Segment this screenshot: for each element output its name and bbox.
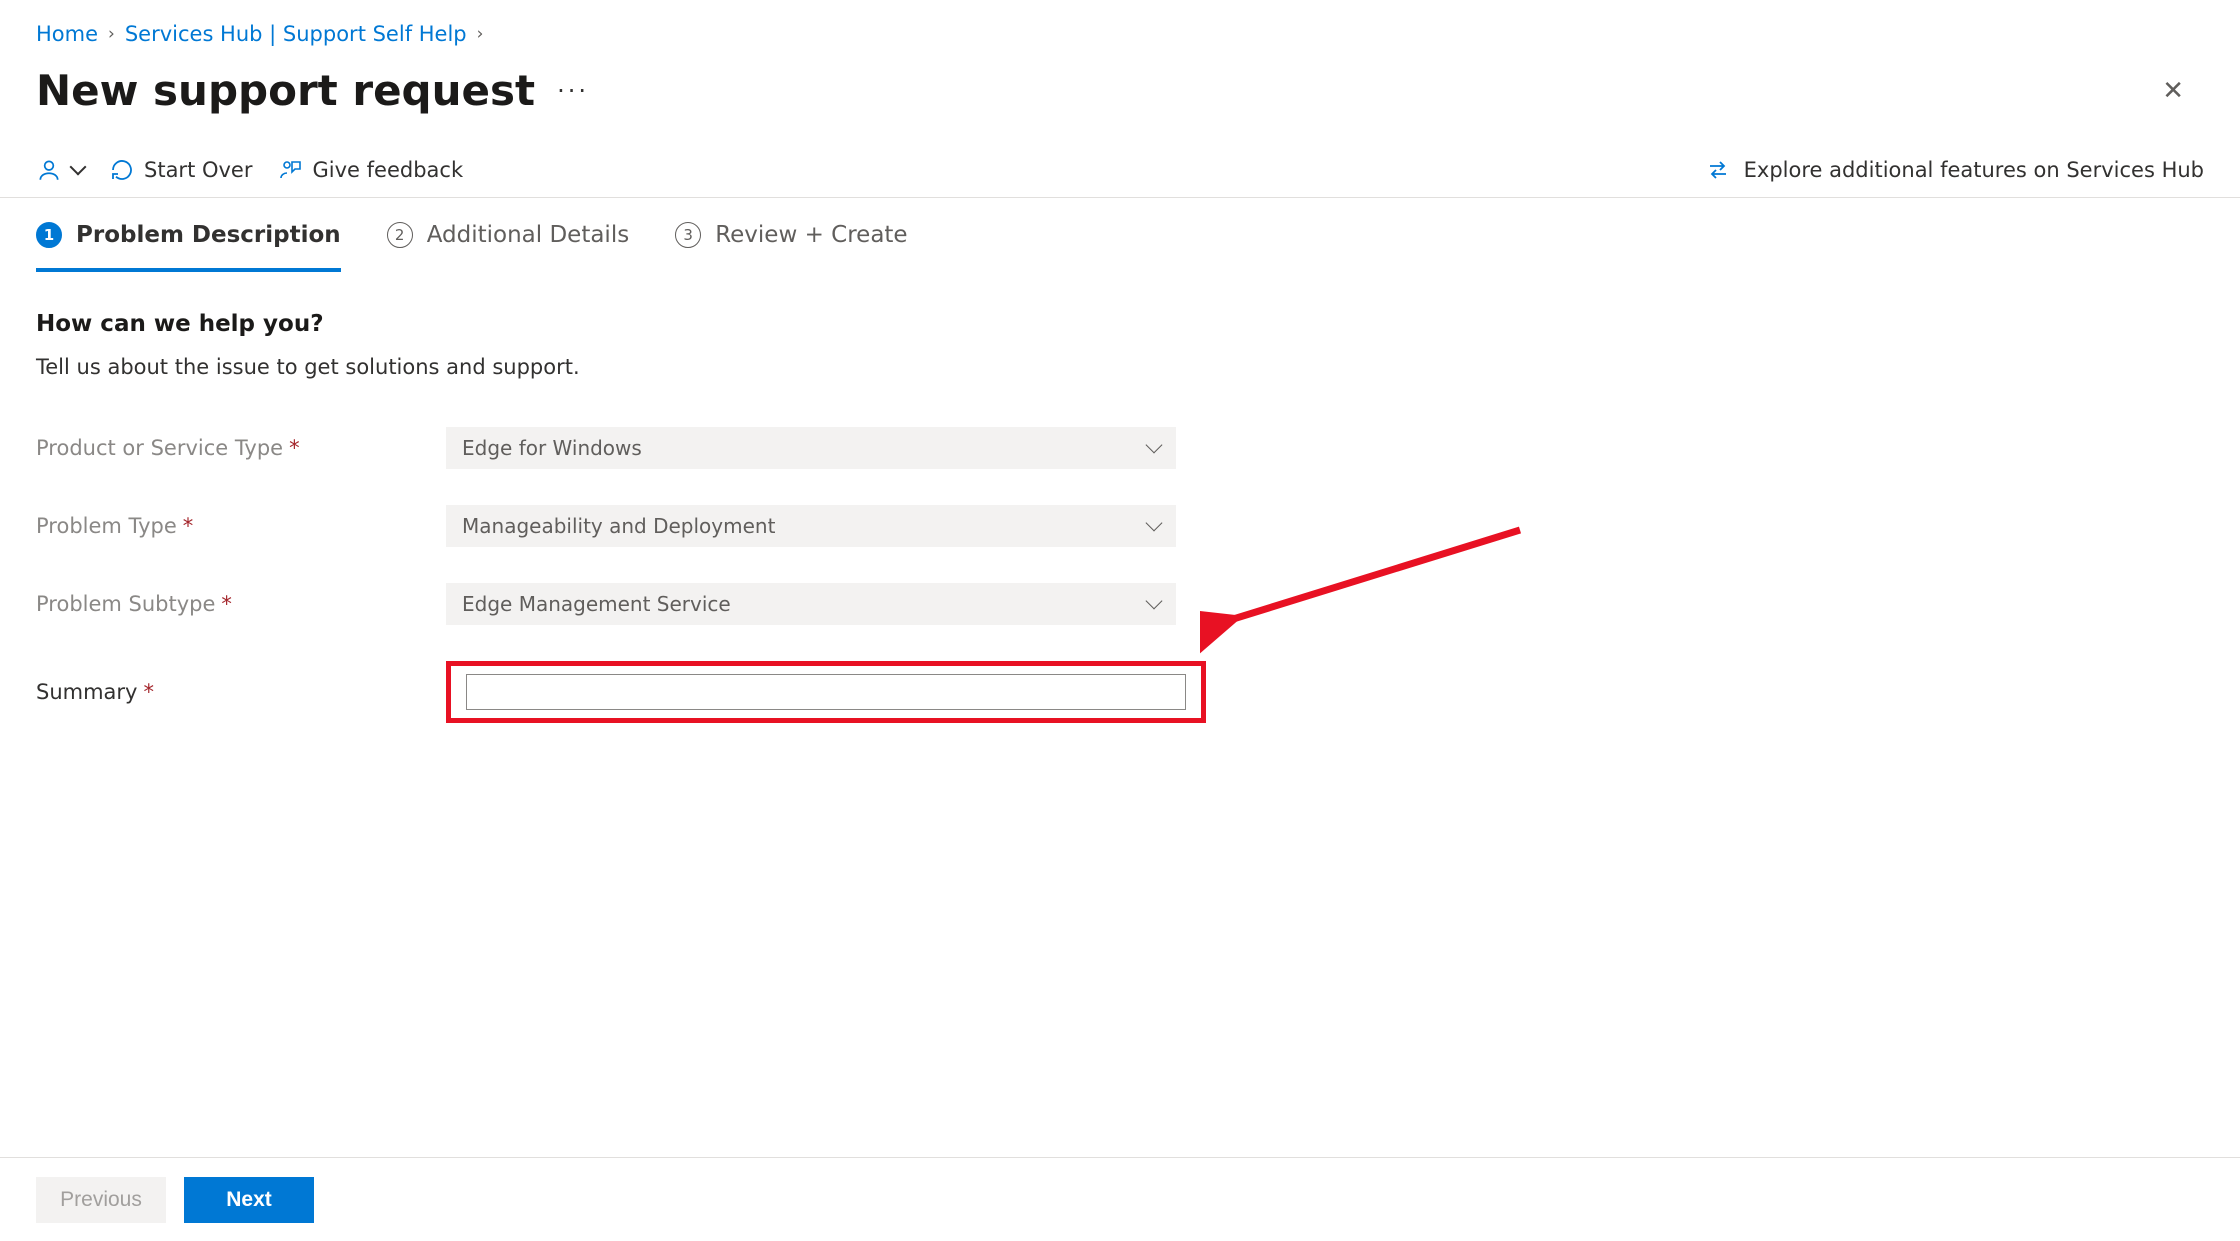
close-button[interactable]: ✕ xyxy=(2142,68,2204,114)
give-feedback-button[interactable]: Give feedback xyxy=(279,158,464,182)
product-type-label: Product or Service Type* xyxy=(36,436,446,460)
step-badge-3: 3 xyxy=(675,222,701,248)
problem-subtype-value: Edge Management Service xyxy=(462,592,731,616)
chevron-right-icon: › xyxy=(477,24,484,44)
breadcrumb: Home › Services Hub | Support Self Help … xyxy=(0,0,2240,46)
start-over-button[interactable]: Start Over xyxy=(110,158,253,182)
tab-label: Additional Details xyxy=(427,222,630,248)
next-button[interactable]: Next xyxy=(184,1177,314,1223)
chevron-right-icon: › xyxy=(108,24,115,44)
person-icon xyxy=(36,157,62,183)
problem-type-label: Problem Type* xyxy=(36,514,446,538)
user-account-button[interactable] xyxy=(36,157,84,183)
product-type-value: Edge for Windows xyxy=(462,436,642,460)
wizard-footer: Previous Next xyxy=(0,1157,2240,1241)
summary-highlight-box xyxy=(446,661,1206,723)
chevron-down-icon xyxy=(1146,515,1163,532)
swap-icon xyxy=(1706,158,1730,182)
give-feedback-label: Give feedback xyxy=(313,158,464,182)
explore-features-link[interactable]: Explore additional features on Services … xyxy=(1706,158,2204,182)
problem-subtype-label: Problem Subtype* xyxy=(36,592,446,616)
tab-label: Problem Description xyxy=(76,222,341,248)
chevron-down-icon xyxy=(1146,437,1163,454)
feedback-icon xyxy=(279,158,303,182)
tab-problem-description[interactable]: 1 Problem Description xyxy=(36,222,341,272)
problem-subtype-select[interactable]: Edge Management Service xyxy=(446,583,1176,625)
explore-features-label: Explore additional features on Services … xyxy=(1744,158,2204,182)
summary-label: Summary* xyxy=(36,680,446,704)
form-subheading: Tell us about the issue to get solutions… xyxy=(36,355,2204,379)
summary-input[interactable] xyxy=(466,674,1186,710)
refresh-icon xyxy=(110,158,134,182)
problem-type-select[interactable]: Manageability and Deployment xyxy=(446,505,1176,547)
more-options-button[interactable]: ··· xyxy=(557,77,589,105)
breadcrumb-services-hub[interactable]: Services Hub | Support Self Help xyxy=(125,22,467,46)
tab-label: Review + Create xyxy=(715,222,907,248)
form-heading: How can we help you? xyxy=(36,311,2204,337)
toolbar: Start Over Give feedback Explore additio… xyxy=(0,127,2240,198)
chevron-down-icon xyxy=(1146,593,1163,610)
wizard-tabs: 1 Problem Description 2 Additional Detai… xyxy=(0,198,2240,273)
product-type-select[interactable]: Edge for Windows xyxy=(446,427,1176,469)
title-row: New support request ··· ✕ xyxy=(0,46,2240,127)
page-title: New support request xyxy=(36,66,535,115)
breadcrumb-home[interactable]: Home xyxy=(36,22,98,46)
tab-additional-details[interactable]: 2 Additional Details xyxy=(387,222,630,272)
step-badge-2: 2 xyxy=(387,222,413,248)
start-over-label: Start Over xyxy=(144,158,253,182)
chevron-down-icon xyxy=(70,159,87,176)
tab-review-create[interactable]: 3 Review + Create xyxy=(675,222,907,272)
previous-button[interactable]: Previous xyxy=(36,1177,166,1223)
form-area: How can we help you? Tell us about the i… xyxy=(0,273,2240,723)
step-badge-1: 1 xyxy=(36,222,62,248)
problem-type-value: Manageability and Deployment xyxy=(462,514,775,538)
